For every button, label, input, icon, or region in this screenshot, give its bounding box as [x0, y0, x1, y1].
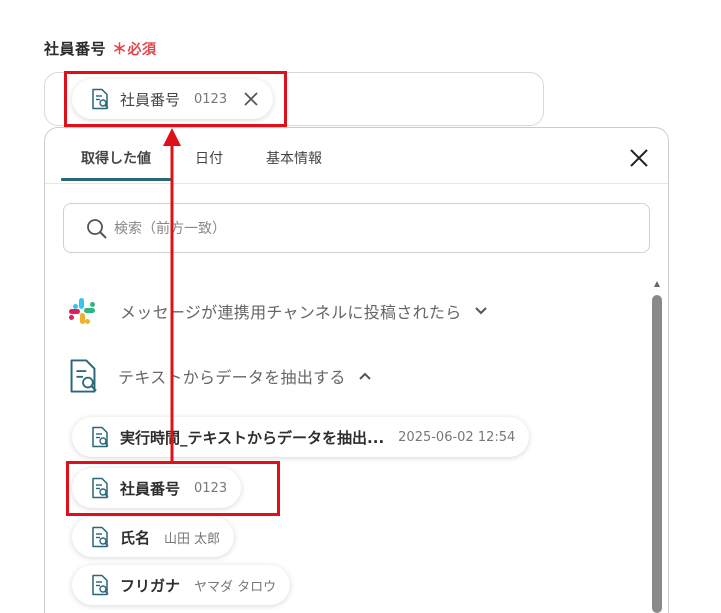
- search-box: [63, 203, 650, 253]
- document-search-icon: [92, 426, 109, 448]
- field-label-text: 社員番号: [44, 40, 107, 58]
- scroll-up-arrow-icon[interactable]: [653, 280, 661, 288]
- value-item-employee-number[interactable]: 社員番号 0123: [72, 468, 242, 508]
- item-value: ヤマダ タロウ: [194, 579, 277, 595]
- item-value: 山田 太郎: [164, 531, 221, 547]
- search-icon: [87, 219, 107, 239]
- value-item-full-name[interactable]: 氏名 山田 太郎: [72, 517, 235, 557]
- item-value: 0123: [194, 480, 228, 496]
- tab-date[interactable]: 日付: [195, 148, 223, 168]
- required-star: ＊: [112, 40, 128, 58]
- chip-value: 0123: [194, 91, 228, 107]
- section-label: テキストからデータを抽出する: [118, 368, 346, 387]
- document-search-icon: [92, 574, 109, 596]
- close-icon[interactable]: [627, 146, 651, 170]
- item-name: フリガナ: [120, 576, 181, 595]
- chip-name: 社員番号: [120, 90, 181, 109]
- item-name: 氏名: [120, 528, 151, 547]
- section-extract-data[interactable]: テキストからデータを抽出する: [66, 358, 372, 394]
- document-search-icon: [70, 359, 97, 393]
- slack-icon: [69, 298, 95, 324]
- item-value: 2025-06-02 12:54: [398, 429, 516, 445]
- item-name: 社員番号: [120, 479, 181, 498]
- document-search-icon: [92, 88, 109, 110]
- document-search-icon: [92, 526, 109, 548]
- value-item-furigana[interactable]: フリガナ ヤマダ タロウ: [72, 565, 291, 605]
- tab-acquired-values[interactable]: 取得した値: [81, 148, 151, 168]
- document-search-icon: [92, 477, 109, 499]
- remove-chip-icon[interactable]: [243, 91, 259, 107]
- tab-bar: 取得した値 日付 基本情報: [45, 128, 668, 184]
- tab-basic-info[interactable]: 基本情報: [266, 148, 322, 168]
- value-item-execution-time[interactable]: 実行時間_テキストからデータを抽出... 2025-06-02 12:54: [72, 417, 530, 457]
- active-tab-indicator: [61, 178, 173, 181]
- section-label: メッセージが連携用チャンネルに投稿されたら: [120, 303, 462, 322]
- search-input[interactable]: [114, 214, 634, 244]
- field-label: 社員番号 ＊必須: [44, 38, 157, 59]
- chevron-up-icon: [359, 372, 371, 380]
- required-text: 必須: [127, 42, 157, 58]
- item-name: 実行時間_テキストからデータを抽出...: [120, 428, 385, 447]
- selected-value-chip[interactable]: 社員番号 0123: [72, 79, 274, 119]
- scrollbar-thumb[interactable]: [652, 295, 662, 613]
- chevron-down-icon: [474, 307, 487, 315]
- section-slack-trigger[interactable]: メッセージが連携用チャンネルに投稿されたら: [66, 295, 488, 327]
